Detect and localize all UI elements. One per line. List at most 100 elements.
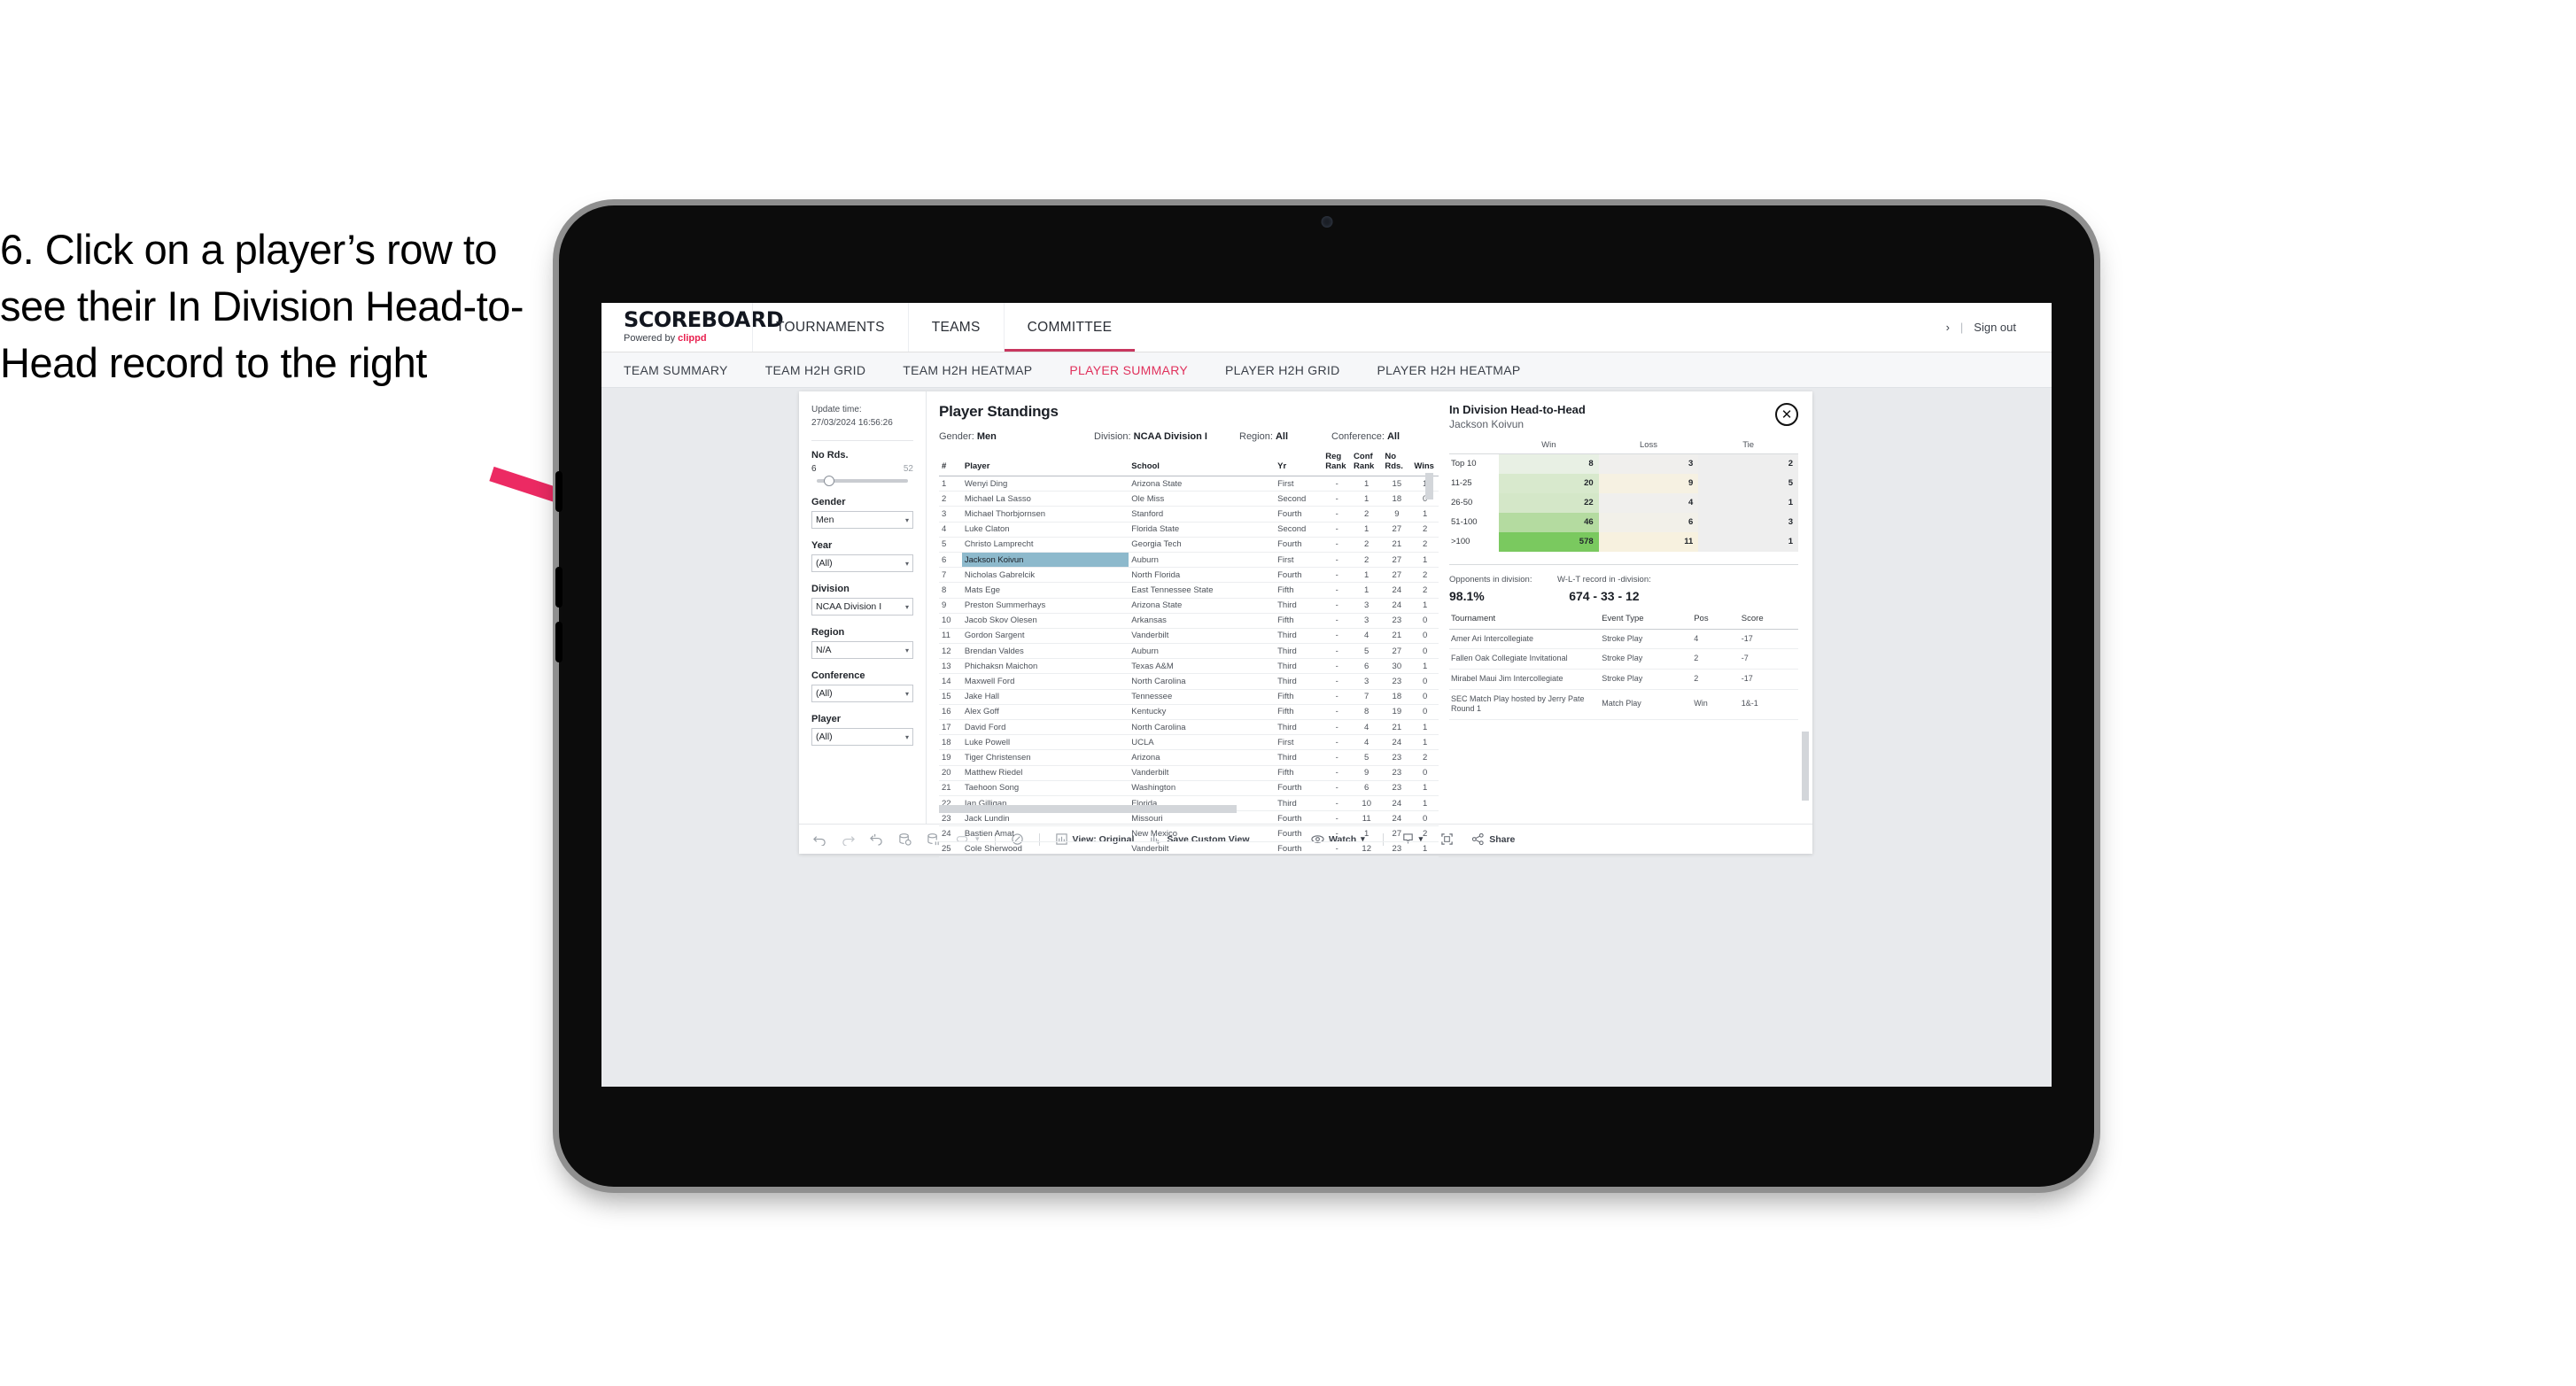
fullscreen-button[interactable]: [1440, 832, 1454, 846]
standings-horizontal-scrollbar[interactable]: [939, 805, 1237, 813]
table-row[interactable]: 4 Luke Claton Florida State Second -1 27 2: [939, 522, 1439, 538]
table-row[interactable]: 1Wenyi DingArizona StateFirst-1151: [939, 476, 1439, 492]
col-event-type[interactable]: Event Type: [1600, 613, 1693, 630]
tournament-scrollbar[interactable]: [1802, 732, 1809, 801]
col-score[interactable]: Score: [1739, 613, 1798, 630]
slider-thumb[interactable]: [824, 476, 835, 486]
table-row[interactable]: 5 Christo Lamprecht Georgia Tech Fourth -2 21…: [939, 537, 1439, 553]
table-row[interactable]: 11 Gordon Sargent Vanderbilt Third -4 21 0: [939, 628, 1439, 645]
col-pos[interactable]: Pos: [1692, 613, 1740, 630]
subtab-team-h2h-heatmap[interactable]: TEAM H2H HEATMAP: [903, 363, 1032, 377]
visualization-card: Update time: 27/03/2024 16:56:26 No Rds.…: [799, 391, 1812, 857]
update-time-label: Update time:: [811, 405, 862, 414]
table-row[interactable]: 21 Taehoon Song Washington Fourth -6 23 1: [939, 780, 1439, 796]
col-conf-rank[interactable]: Conf Rank: [1351, 452, 1383, 476]
table-row[interactable]: 13 Phichaksn Maichon Texas A&M Third -6 30 1: [939, 658, 1439, 675]
brand-logo[interactable]: SCOREBOARD Powered by clippd: [601, 303, 784, 352]
filter-select-division[interactable]: NCAA Division I ▾: [811, 598, 913, 616]
cell-yr: Third: [1275, 598, 1323, 614]
sign-out-link[interactable]: Sign out: [1974, 321, 2016, 334]
col-rank[interactable]: #: [939, 452, 962, 476]
filter-select-year[interactable]: (All) ▾: [811, 554, 913, 572]
heatmap-cell-loss[interactable]: 6: [1598, 512, 1699, 532]
tournament-row[interactable]: Fallen Oak Collegiate Invitational Stroke…: [1449, 648, 1798, 670]
cell-reg: -: [1323, 734, 1352, 751]
tournament-row[interactable]: Amer Ari Intercollegiate Stroke Play 4 -17: [1449, 629, 1798, 650]
close-icon[interactable]: ✕: [1775, 403, 1798, 426]
table-row[interactable]: 14 Maxwell Ford North Carolina Third -3 23 0: [939, 673, 1439, 690]
heatmap-cell-win[interactable]: 8: [1499, 453, 1599, 474]
col-school[interactable]: School: [1129, 452, 1276, 476]
heatmap-cell-win[interactable]: 578: [1499, 531, 1599, 552]
refresh-data-icon[interactable]: [898, 832, 912, 846]
table-row[interactable]: 19 Tiger Christensen Arizona Third -5 23 2: [939, 749, 1439, 766]
user-caret-icon[interactable]: ›: [1946, 321, 1950, 334]
cell-conf: 4: [1351, 628, 1383, 645]
col-tournament[interactable]: Tournament: [1449, 613, 1601, 630]
col-reg-rank[interactable]: Reg Rank: [1323, 452, 1352, 476]
table-row[interactable]: 2Michael La SassoOle MissSecond-1180: [939, 491, 1439, 507]
tournament-row[interactable]: SEC Match Play hosted by Jerry Pate Roun…: [1449, 689, 1798, 720]
table-row[interactable]: 12 Brendan Valdes Auburn Third -5 27 0: [939, 643, 1439, 660]
table-row[interactable]: 20 Matthew Riedel Vanderbilt Fifth -9 23 0: [939, 765, 1439, 781]
col-yr[interactable]: Yr: [1275, 452, 1323, 476]
heatmap-cell-win[interactable]: 22: [1499, 492, 1599, 513]
filter-select-region[interactable]: N/A ▾: [811, 641, 913, 659]
table-row[interactable]: 9 Preston Summerhays Arizona State Third -3 2…: [939, 598, 1439, 614]
subtab-player-summary[interactable]: PLAYER SUMMARY: [1069, 363, 1188, 377]
heatmap-cell-tie[interactable]: 2: [1698, 453, 1798, 474]
col-player[interactable]: Player: [961, 452, 1129, 476]
nav-tab-committee[interactable]: COMMITTEE: [1003, 303, 1136, 352]
subtab-player-h2h-grid[interactable]: PLAYER H2H GRID: [1225, 363, 1340, 377]
standings-vertical-scrollbar[interactable]: [1425, 473, 1433, 499]
undo-icon[interactable]: [813, 832, 826, 846]
table-row[interactable]: 23 Jack Lundin Missouri Fourth -11 24 0: [939, 810, 1439, 827]
filter-select-gender[interactable]: Men ▾: [811, 511, 913, 529]
heatmap-cell-win[interactable]: 20: [1499, 473, 1599, 493]
power-button[interactable]: [555, 622, 563, 662]
filter-value-player: (All): [816, 732, 833, 742]
heatmap-cell-loss[interactable]: 9: [1598, 473, 1699, 493]
subtab-player-h2h-heatmap[interactable]: PLAYER H2H HEATMAP: [1377, 363, 1521, 377]
table-row[interactable]: 10 Jacob Skov Olesen Arkansas Fifth -3 23 0: [939, 613, 1439, 629]
subtab-team-summary[interactable]: TEAM SUMMARY: [624, 363, 728, 377]
cell-conf: 1: [1351, 567, 1383, 584]
cell-conf: 11: [1351, 810, 1383, 827]
nav-tab-tournaments[interactable]: TOURNAMENTS: [752, 303, 908, 352]
heatmap-cell-loss[interactable]: 4: [1598, 492, 1699, 513]
nav-tab-teams[interactable]: TEAMS: [907, 303, 1004, 352]
heatmap-cell-tie[interactable]: 5: [1698, 473, 1798, 493]
heatmap-cell-tie[interactable]: 3: [1698, 512, 1798, 532]
filter-select-player[interactable]: (All) ▾: [811, 728, 913, 746]
table-row[interactable]: 18 Luke Powell UCLA First -4 24 1: [939, 734, 1439, 751]
revert-icon[interactable]: [870, 832, 883, 846]
pause-data-icon[interactable]: [927, 832, 940, 846]
volume-up-button[interactable]: [555, 471, 563, 512]
table-row[interactable]: 8 Mats Ege East Tennessee State Fifth -1 24 2: [939, 582, 1439, 599]
table-row[interactable]: 6 Jackson Koivun Auburn First -2 27 1: [939, 552, 1439, 569]
table-row[interactable]: 24 Bastien Amat New Mexico Fourth -1 27 2: [939, 825, 1439, 842]
table-row[interactable]: 7 Nicholas Gabrelcik North Florida Fourth -1…: [939, 567, 1439, 584]
no-rds-slider[interactable]: [817, 476, 908, 486]
share-button[interactable]: Share: [1471, 832, 1527, 846]
cell-yr: Fourth: [1275, 780, 1323, 796]
tournament-row[interactable]: Mirabel Maui Jim Intercollegiate Stroke P…: [1449, 669, 1798, 690]
heatmap-cell-tie[interactable]: 1: [1698, 492, 1798, 513]
heatmap-cell-loss[interactable]: 3: [1598, 453, 1699, 474]
heatmap-cell-tie[interactable]: 1: [1698, 531, 1798, 552]
table-row[interactable]: 25 Cole Sherwood Vanderbilt Fourth -12 23 1: [939, 841, 1439, 857]
filter-select-conference[interactable]: (All) ▾: [811, 685, 913, 702]
cell-pos: 4: [1692, 629, 1740, 650]
subtab-team-h2h-grid[interactable]: TEAM H2H GRID: [765, 363, 866, 377]
cell-rds: 27: [1382, 643, 1412, 660]
heatmap-cell-win[interactable]: 46: [1499, 512, 1599, 532]
cell-school: Vanderbilt: [1129, 765, 1276, 781]
table-row[interactable]: 3 Michael Thorbjornsen Stanford Fourth -2 9 1: [939, 506, 1439, 523]
redo-icon[interactable]: [842, 832, 855, 846]
table-row[interactable]: 17 David Ford North Carolina Third -4 21 1: [939, 719, 1439, 736]
col-no-rds[interactable]: No Rds.: [1382, 452, 1412, 476]
volume-down-button[interactable]: [555, 567, 563, 608]
heatmap-cell-loss[interactable]: 11: [1598, 531, 1699, 552]
table-row[interactable]: 16 Alex Goff Kentucky Fifth -8 19 0: [939, 704, 1439, 721]
table-row[interactable]: 15 Jake Hall Tennessee Fifth -7 18 0: [939, 689, 1439, 705]
